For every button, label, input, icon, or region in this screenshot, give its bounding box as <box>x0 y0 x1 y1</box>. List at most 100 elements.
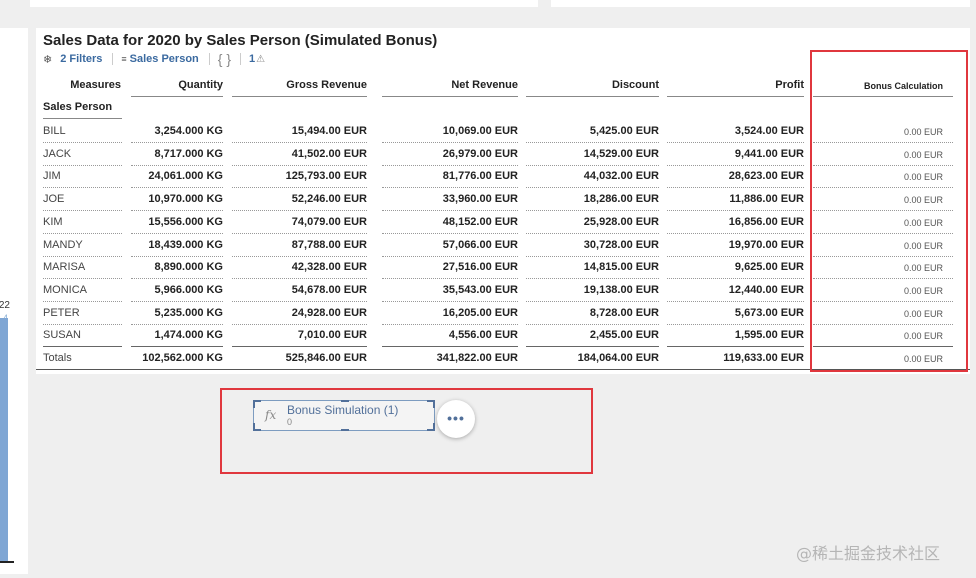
more-actions-button[interactable]: ••• <box>437 400 475 438</box>
row-separator <box>131 210 223 212</box>
filters-token[interactable]: 2 Filters <box>60 53 102 65</box>
row-label[interactable]: JOE <box>43 192 64 206</box>
table-cell[interactable]: 24,928.00 EUR <box>217 306 367 320</box>
table-cell[interactable]: 5,673.00 EUR <box>654 306 804 320</box>
table-cell[interactable]: 26,979.00 EUR <box>368 147 518 161</box>
table-cell[interactable]: 41,502.00 EUR <box>217 147 367 161</box>
column-header[interactable]: Quantity <box>73 78 223 92</box>
column-header[interactable]: Gross Revenue <box>217 78 367 92</box>
formula-icon[interactable]: { } <box>218 51 231 67</box>
column-header[interactable]: Net Revenue <box>368 78 518 92</box>
row-label[interactable]: BILL <box>43 124 66 138</box>
table-cell[interactable]: 14,815.00 EUR <box>509 260 659 274</box>
table-cell[interactable]: 5,425.00 EUR <box>509 124 659 138</box>
totals-label[interactable]: Totals <box>43 351 72 365</box>
table-cell[interactable]: 1,595.00 EUR <box>654 328 804 342</box>
resize-handle-bottom-right[interactable] <box>433 423 435 431</box>
table-cell[interactable]: 16,856.00 EUR <box>654 215 804 229</box>
table-cell[interactable]: 25,928.00 EUR <box>509 215 659 229</box>
row-separator <box>667 323 804 325</box>
row-separator <box>43 142 122 143</box>
column-header-underline <box>382 96 518 97</box>
row-label[interactable]: KIM <box>43 215 63 229</box>
table-cell[interactable]: 52,246.00 EUR <box>217 192 367 206</box>
dimension-icon: ≡ <box>121 54 127 64</box>
row-separator <box>382 232 518 234</box>
table-cell[interactable]: 24,061.000 KG <box>73 169 223 183</box>
column-header[interactable]: Profit <box>654 78 804 92</box>
table-cell[interactable]: 4,556.00 EUR <box>368 328 518 342</box>
totals-cell[interactable]: 525,846.00 EUR <box>217 351 367 365</box>
table-cell[interactable]: 14,529.00 EUR <box>509 147 659 161</box>
table-cell[interactable]: 57,066.00 EUR <box>368 238 518 252</box>
table-cell[interactable]: 28,623.00 EUR <box>654 169 804 183</box>
totals-cell[interactable]: 102,562.000 KG <box>73 351 223 365</box>
table-cell[interactable]: 33,960.00 EUR <box>368 192 518 206</box>
table-cell[interactable]: 9,625.00 EUR <box>654 260 804 274</box>
row-separator <box>667 300 804 302</box>
totals-cell[interactable]: 341,822.00 EUR <box>368 351 518 365</box>
table-cell[interactable]: 2,455.00 EUR <box>509 328 659 342</box>
totals-cell[interactable]: 184,064.00 EUR <box>509 351 659 365</box>
row-separator <box>382 164 518 166</box>
table-cell[interactable]: 9,441.00 EUR <box>654 147 804 161</box>
table-cell[interactable]: 27,516.00 EUR <box>368 260 518 274</box>
row-separator <box>43 232 122 234</box>
table-cell[interactable]: 19,138.00 EUR <box>509 283 659 297</box>
row-label[interactable]: JIM <box>43 169 61 183</box>
table-cell[interactable]: 5,235.000 KG <box>73 306 224 320</box>
table-cell[interactable]: 8,728.00 EUR <box>509 306 659 320</box>
row-label[interactable]: JACK <box>43 147 71 161</box>
table-cell[interactable]: 125,793.00 EUR <box>217 169 367 183</box>
table-cell[interactable]: 44,032.00 EUR <box>509 169 659 183</box>
table-cell[interactable]: 8,717.000 KG <box>73 147 224 161</box>
column-header[interactable]: Discount <box>509 78 659 92</box>
table-cell[interactable]: 5,966.000 KG <box>73 283 224 297</box>
column-header-underline <box>232 96 367 97</box>
table-cell[interactable]: 7,010.00 EUR <box>217 328 367 342</box>
table-cell[interactable]: 3,524.00 EUR <box>654 124 804 138</box>
table-cell[interactable]: 30,728.00 EUR <box>509 238 659 252</box>
table-cell[interactable]: 10,069.00 EUR <box>368 124 518 138</box>
table-cell[interactable]: 1,474.000 KG <box>73 328 224 342</box>
row-separator <box>232 278 367 280</box>
dimension-token[interactable]: Sales Person <box>130 53 199 65</box>
chart-axis <box>0 561 14 563</box>
row-separator <box>667 278 804 280</box>
table-subheader: ❄ 2 Filters ≡ Sales Person { } 1 ⚠ <box>43 51 265 67</box>
table-cell[interactable]: 15,556.000 KG <box>73 215 223 229</box>
table-cell[interactable]: 15,494.00 EUR <box>217 124 367 138</box>
table-cell[interactable]: 8,890.000 KG <box>73 260 224 274</box>
warning-count[interactable]: 1 <box>249 53 255 65</box>
totals-cell[interactable]: 119,633.00 EUR <box>654 351 804 365</box>
resize-handle-bottom-left[interactable] <box>253 423 255 431</box>
table-cell[interactable]: 19,970.00 EUR <box>654 238 804 252</box>
table-cell[interactable]: 3,254.000 KG <box>73 124 224 138</box>
warning-icon[interactable]: ⚠ <box>256 54 265 65</box>
table-cell[interactable]: 12,440.00 EUR <box>654 283 804 297</box>
table-cell[interactable]: 16,205.00 EUR <box>368 306 518 320</box>
row-separator <box>131 142 223 143</box>
filter-icon[interactable]: ❄ <box>43 53 52 66</box>
subheader-divider <box>112 53 114 65</box>
table-cell[interactable]: 42,328.00 EUR <box>217 260 367 274</box>
table-cell[interactable]: 48,152.00 EUR <box>368 215 518 229</box>
resize-handle-top-center[interactable] <box>341 400 349 402</box>
bonus-simulation-widget[interactable]: fx Bonus Simulation (1) 0 <box>253 400 435 431</box>
table-cell[interactable]: 35,543.00 EUR <box>368 283 518 297</box>
table-cell[interactable]: 18,439.000 KG <box>73 238 223 252</box>
table-cell[interactable]: 18,286.00 EUR <box>509 192 659 206</box>
table-cell[interactable]: 11,886.00 EUR <box>654 192 804 206</box>
top-card-right <box>551 0 970 7</box>
resize-handle-bottom-center[interactable] <box>341 429 349 431</box>
chart-bar[interactable] <box>0 318 8 561</box>
table-cell[interactable]: 10,970.000 KG <box>73 192 223 206</box>
table-cell[interactable]: 87,788.00 EUR <box>217 238 367 252</box>
table-cell[interactable]: 74,079.00 EUR <box>217 215 367 229</box>
resize-handle-top-left[interactable] <box>253 400 255 408</box>
table-cell[interactable]: 81,776.00 EUR <box>368 169 518 183</box>
resize-handle-top-right[interactable] <box>433 400 435 408</box>
sales-person-header[interactable]: Sales Person <box>43 100 112 114</box>
row-separator <box>131 187 223 189</box>
table-cell[interactable]: 54,678.00 EUR <box>217 283 367 297</box>
